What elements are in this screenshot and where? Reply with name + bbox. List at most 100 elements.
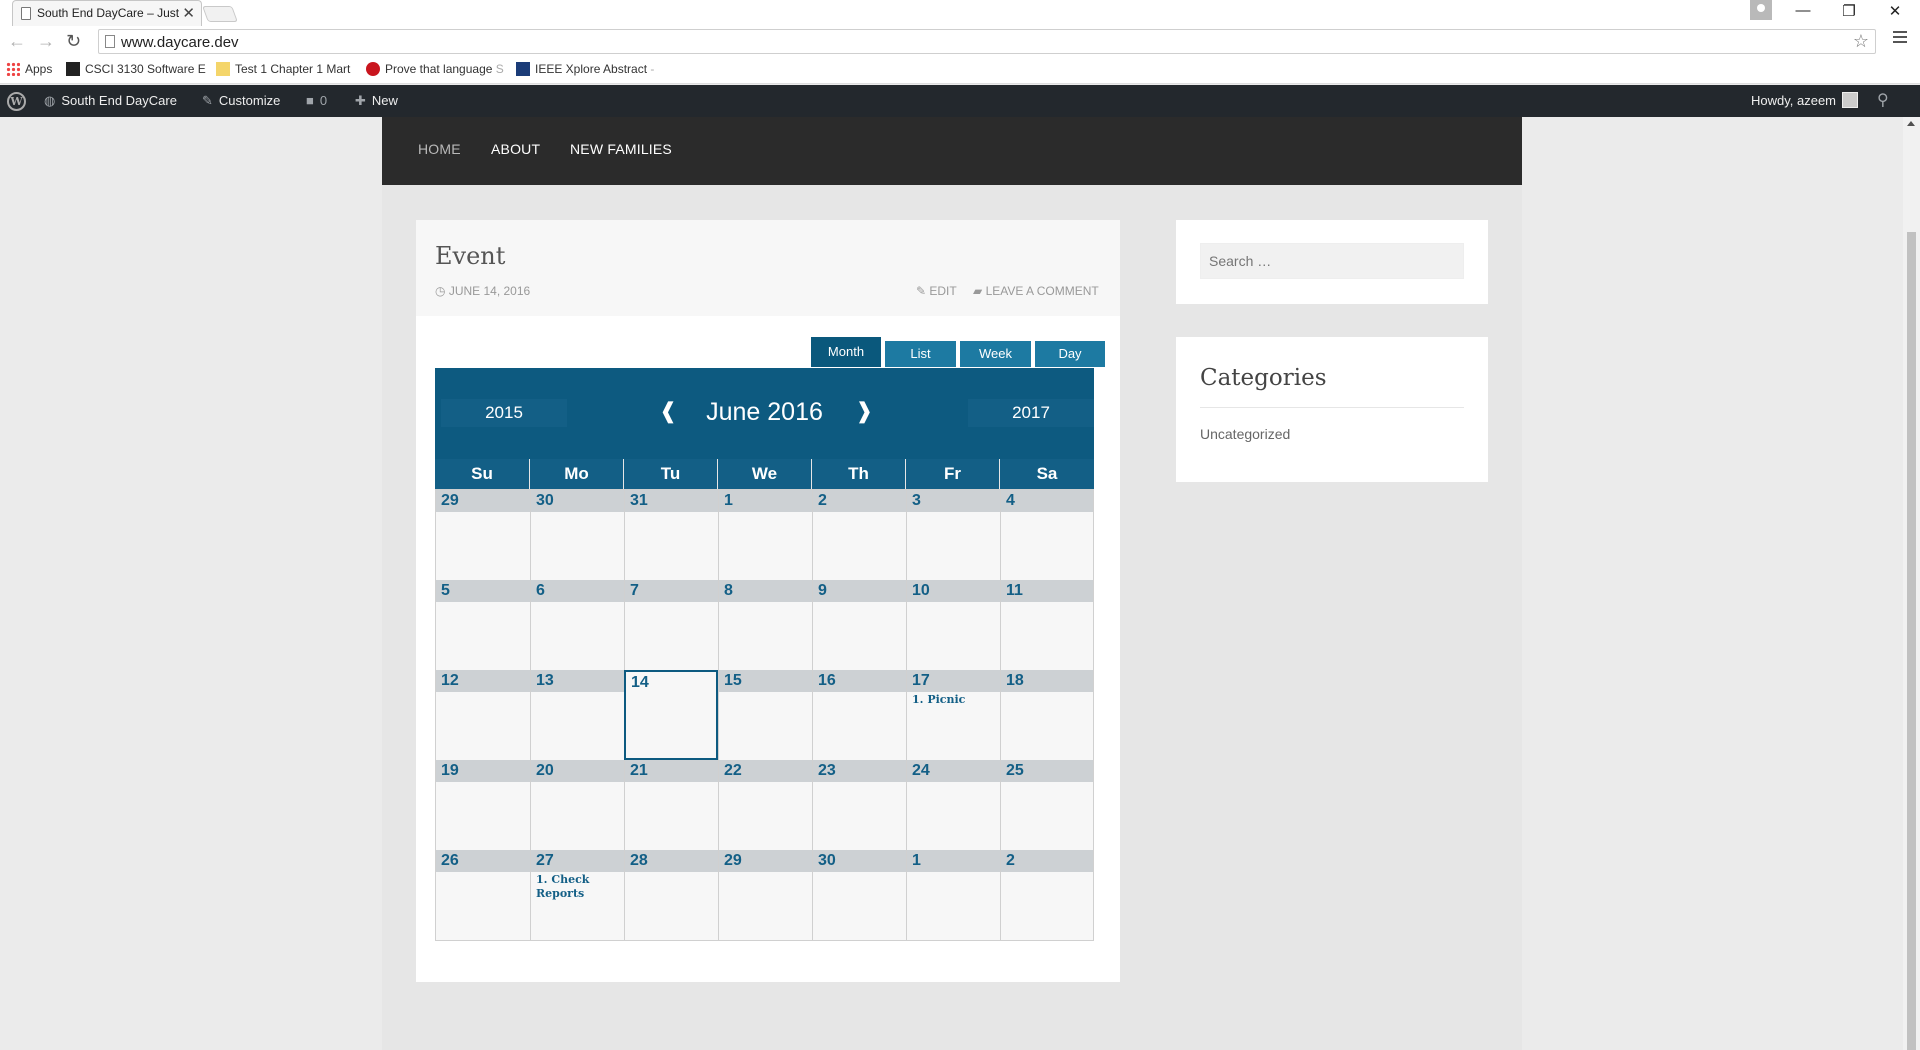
bookmark-apps[interactable]: Apps: [6, 62, 52, 80]
close-tab-icon[interactable]: ✕: [182, 4, 195, 22]
minimize-button[interactable]: —: [1788, 2, 1818, 19]
reload-button[interactable]: ↻: [66, 31, 81, 52]
calendar-day[interactable]: 2: [1000, 850, 1093, 940]
entry-date[interactable]: ◷ JUNE 14, 2016: [435, 284, 530, 298]
calendar-day[interactable]: 25: [1000, 760, 1093, 850]
calendar-day[interactable]: 19: [436, 760, 530, 850]
calendar-day[interactable]: 18: [1000, 670, 1093, 760]
customize-link[interactable]: ✎ Customize: [202, 85, 280, 117]
calendar-day[interactable]: 6: [530, 580, 624, 670]
back-button[interactable]: ←: [8, 31, 26, 52]
day-number: 2: [1006, 852, 1015, 869]
leave-comment-link[interactable]: ▰ LEAVE A COMMENT: [973, 284, 1099, 298]
scroll-up-icon[interactable]: [1907, 121, 1915, 126]
calendar-day[interactable]: 3: [906, 490, 1000, 580]
ieee-icon: [516, 62, 530, 76]
widget-title: Categories: [1200, 365, 1327, 391]
bookmark-star-icon[interactable]: ☆: [1853, 31, 1869, 52]
tab-week[interactable]: Week: [960, 341, 1031, 367]
calendar-day-today[interactable]: 14: [624, 670, 718, 760]
calendar-day[interactable]: 2: [812, 490, 906, 580]
tab-month[interactable]: Month: [811, 337, 881, 367]
calendar-day[interactable]: 29: [718, 850, 812, 940]
scrollbar-thumb[interactable]: [1907, 232, 1916, 1050]
prev-year-button[interactable]: 2015: [441, 399, 567, 427]
comment-icon: ■: [306, 93, 314, 108]
calendar-day[interactable]: 10: [906, 580, 1000, 670]
nav-new-families[interactable]: NEW FAMILIES: [570, 141, 672, 157]
calendar-day[interactable]: 20: [530, 760, 624, 850]
new-content-link[interactable]: ✚ New: [355, 85, 398, 117]
search-input[interactable]: [1200, 243, 1464, 279]
wordpress-icon[interactable]: W: [7, 92, 26, 111]
calendar-day[interactable]: 12: [436, 670, 530, 760]
weekday-su: Su: [471, 464, 493, 483]
search-widget: [1176, 220, 1488, 304]
next-year-button[interactable]: 2017: [968, 399, 1094, 427]
nav-home[interactable]: HOME: [418, 141, 461, 157]
prev-month-icon[interactable]: ❰: [659, 398, 677, 424]
calendar-day[interactable]: 22: [718, 760, 812, 850]
tab-day[interactable]: Day: [1035, 341, 1105, 367]
calendar-day[interactable]: 13: [530, 670, 624, 760]
calendar-day[interactable]: 5: [436, 580, 530, 670]
calendar-day[interactable]: 24: [906, 760, 1000, 850]
calendar-header: June 2016 2015 2017 ❰ ❱: [435, 368, 1094, 459]
nav-about[interactable]: ABOUT: [491, 141, 540, 157]
calendar-day[interactable]: 15: [718, 670, 812, 760]
calendar-event[interactable]: 1. Check Reports: [536, 873, 589, 901]
calendar-day[interactable]: 16: [812, 670, 906, 760]
calendar-day[interactable]: 1: [718, 490, 812, 580]
comment-icon: ▰: [973, 284, 986, 298]
shield-icon: [66, 62, 80, 76]
bookmark-prove[interactable]: Prove that language S: [366, 62, 504, 80]
bookmark-ieee[interactable]: IEEE Xplore Abstract -: [516, 62, 654, 80]
day-number: 1: [724, 492, 733, 509]
calendar-day[interactable]: 30: [530, 490, 624, 580]
calendar-day[interactable]: 21: [624, 760, 718, 850]
address-bar[interactable]: www.daycare.dev ☆: [98, 29, 1876, 54]
calendar-day[interactable]: 11: [1000, 580, 1093, 670]
day-number: 6: [536, 582, 545, 599]
calendar-day[interactable]: 27 1. Check Reports: [530, 850, 624, 940]
calendar-event[interactable]: 1. Picnic: [912, 693, 965, 707]
day-number: 1: [912, 852, 921, 869]
next-month-icon[interactable]: ❱: [855, 398, 873, 424]
calendar-day[interactable]: 23: [812, 760, 906, 850]
close-window-button[interactable]: ✕: [1880, 2, 1910, 20]
day-number: 7: [630, 582, 639, 599]
browser-tab[interactable]: South End DayCare – Just ✕: [12, 0, 202, 26]
calendar-day[interactable]: 1: [906, 850, 1000, 940]
restore-button[interactable]: ❐: [1834, 2, 1864, 20]
calendar-day[interactable]: 4: [1000, 490, 1093, 580]
day-number: 12: [441, 672, 459, 689]
calendar-day[interactable]: 31: [624, 490, 718, 580]
calendar-day[interactable]: 9: [812, 580, 906, 670]
new-tab-button[interactable]: [202, 6, 238, 22]
day-number: 11: [1006, 582, 1023, 599]
calendar-day[interactable]: 28: [624, 850, 718, 940]
forward-button[interactable]: →: [37, 31, 55, 52]
bookmark-csci[interactable]: CSCI 3130 Software E: [66, 62, 206, 80]
dashboard-icon: ◍: [44, 93, 56, 108]
calendar-day[interactable]: 29: [436, 490, 530, 580]
calendar-day[interactable]: 26: [436, 850, 530, 940]
tab-list[interactable]: List: [885, 341, 956, 367]
page-scrollbar[interactable]: [1903, 117, 1920, 1050]
account-menu[interactable]: Howdy, azeem: [1751, 85, 1859, 117]
edit-link[interactable]: ✎ EDIT: [916, 284, 957, 298]
profile-icon[interactable]: [1750, 0, 1772, 20]
calendar-day[interactable]: 8: [718, 580, 812, 670]
day-number: 9: [818, 582, 827, 599]
page-info-icon[interactable]: [105, 35, 115, 48]
comments-link[interactable]: ■ 0: [306, 85, 327, 117]
url-text[interactable]: www.daycare.dev: [121, 34, 239, 51]
search-icon[interactable]: ⚲: [1877, 85, 1889, 117]
bookmark-test1[interactable]: Test 1 Chapter 1 Mart: [216, 62, 350, 80]
calendar-day[interactable]: 30: [812, 850, 906, 940]
chrome-menu-icon[interactable]: [1893, 31, 1907, 46]
calendar-day[interactable]: 7: [624, 580, 718, 670]
calendar-day[interactable]: 17 1. Picnic: [906, 670, 1000, 760]
category-link-uncategorized[interactable]: Uncategorized: [1200, 426, 1290, 442]
site-name-link[interactable]: ◍ South End DayCare: [44, 85, 177, 117]
